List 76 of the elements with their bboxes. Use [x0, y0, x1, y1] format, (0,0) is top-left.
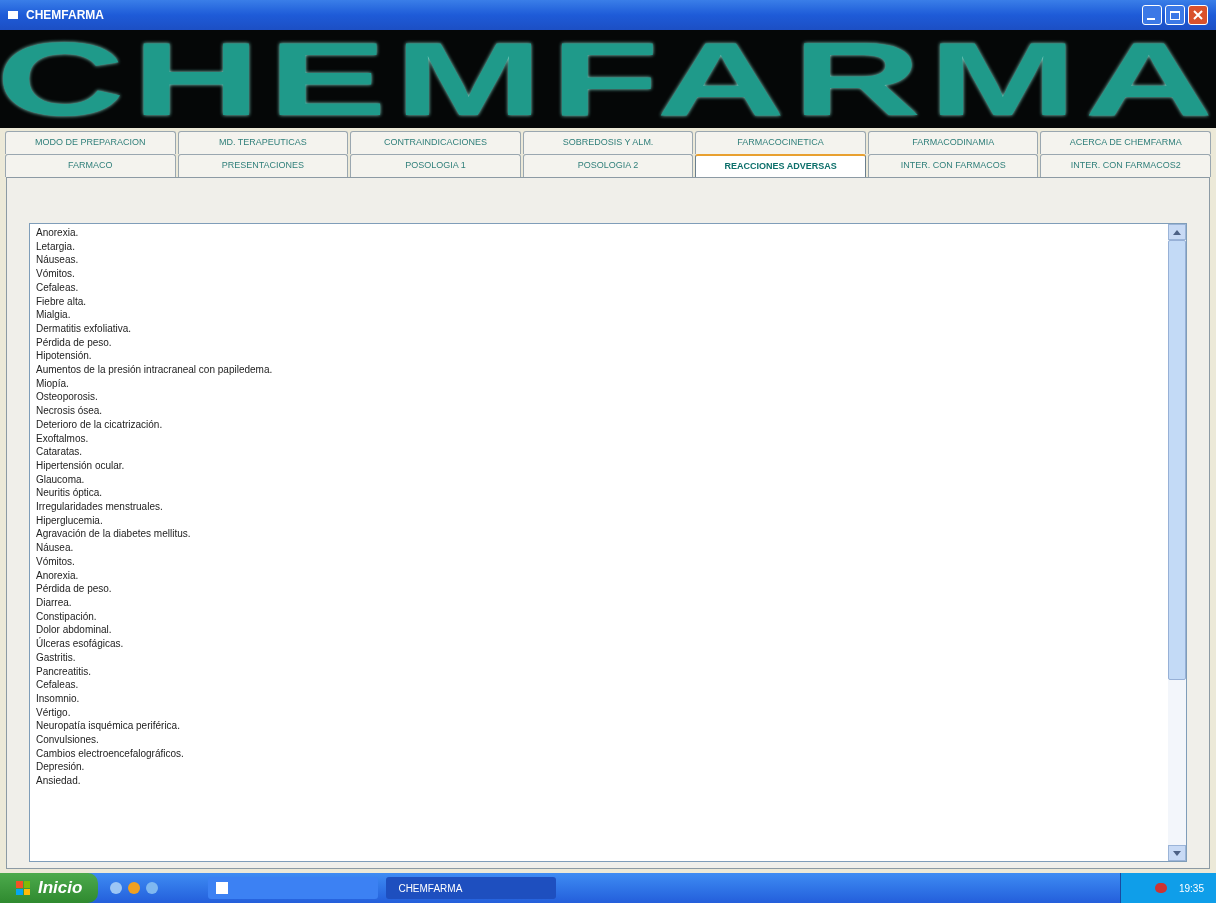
text-line: Mialgia. [36, 308, 71, 322]
text-line: Agravación de la diabetes mellitus. [36, 527, 191, 542]
text-line: Diarrea. [36, 596, 72, 610]
close-icon [1193, 10, 1203, 20]
app-icon [8, 11, 18, 19]
network-icon [1154, 883, 1167, 893]
text-line: Hipotensión. [36, 349, 92, 364]
tab[interactable]: FARMACOCINETICA [695, 131, 866, 154]
quick-launch-icon[interactable] [128, 882, 141, 894]
text-line: Convulsiones. [36, 733, 99, 747]
text-line: Úlceras esofágicas. [36, 637, 124, 651]
text-line: Anorexia. [36, 568, 79, 583]
taskbar-task[interactable]: CHEMFARMA [386, 877, 557, 899]
tab[interactable]: CONTRAINDICACIONES [350, 131, 521, 154]
start-button[interactable]: Inicio [0, 873, 99, 903]
clock: 19:35 [1178, 881, 1204, 896]
document-icon [216, 882, 229, 894]
window-title: CHEMFARMA [26, 7, 104, 24]
text-line: Exoftalmos. [36, 431, 89, 446]
text-line: Constipación. [36, 609, 97, 624]
tab[interactable]: PRESENTACIONES [177, 154, 349, 177]
text-line: Aumentos de la presión intracraneal con papiledema. [36, 363, 273, 377]
text-line: Necrosis ósea. [36, 404, 103, 418]
text-line: Depresión. [36, 760, 85, 775]
text-line: Anorexia. [36, 226, 79, 240]
text-line: Cataratas. [36, 445, 83, 459]
text-line: Cefaleas. [36, 678, 79, 692]
text-line: Gastritis. [36, 650, 76, 665]
logo-text: CHEMFARMA [0, 30, 1216, 128]
scroll-up-icon[interactable] [1168, 224, 1186, 240]
text-line: Cefaleas. [36, 280, 79, 295]
tab[interactable]: MODO DE PREPARACION [5, 131, 176, 154]
text-line: Glaucoma. [36, 472, 85, 487]
text-line: Cambios electroencefalográficos. [36, 746, 184, 761]
text-line: Miopía. [36, 376, 69, 391]
tab[interactable]: FARMACODINAMIA [867, 131, 1039, 154]
text-line: Dermatitis exfoliativa. [36, 321, 132, 336]
tab[interactable]: FARMACO [5, 154, 176, 177]
text-line: Dolor abdominal. [36, 623, 112, 637]
minimize-button[interactable] [1142, 5, 1162, 25]
tab[interactable]: ACERCA DE CHEMFARMA [1040, 131, 1212, 154]
text-line: Náusea. [36, 541, 74, 555]
text-line: Neuropatía isquémica periférica. [36, 719, 180, 733]
tab[interactable]: INTER. CON FARMACOS2 [1040, 154, 1212, 177]
tab[interactable]: SOBREDOSIS Y ALM. [522, 131, 694, 154]
quick-launch-icon[interactable] [146, 882, 159, 894]
text-line: Vértigo. [36, 705, 71, 720]
tab[interactable]: INTER. CON FARMACOS [867, 154, 1039, 177]
text-line: Insomnio. [36, 691, 80, 706]
tab[interactable]: POSOLOGIA 2 [522, 154, 694, 177]
tab[interactable]: REACCIONES ADVERSAS [695, 154, 866, 177]
tab[interactable]: POSOLOGIA 1 [350, 154, 521, 177]
text-line: Fiebre alta. [36, 294, 87, 309]
text-line: Letargia. [36, 239, 75, 254]
close-button[interactable] [1188, 5, 1208, 25]
text-line: Ansiedad. [36, 774, 81, 788]
scroll-thumb[interactable] [1168, 240, 1186, 680]
tab[interactable]: MD. TERAPEUTICAS [177, 131, 349, 154]
text-line: Pérdida de peso. [36, 582, 112, 596]
taskbar-task[interactable] [208, 877, 379, 899]
text-line: Vómitos. [36, 267, 75, 281]
maximize-button[interactable] [1165, 5, 1185, 25]
text-line: Irregularidades menstruales. [36, 500, 163, 514]
text-line: Pérdida de peso. [36, 335, 112, 350]
text-line: Hiperglucemia. [36, 513, 103, 528]
text-line: Vómitos. [36, 554, 75, 569]
text-line: Neuritis óptica. [36, 486, 103, 501]
text-line: Hipertensión ocular. [36, 458, 125, 473]
text-line: Pancreatitis. [36, 664, 92, 679]
scroll-down-icon[interactable] [1168, 845, 1186, 861]
windows-logo-icon [16, 881, 30, 895]
quick-launch-icon[interactable] [110, 882, 123, 894]
scrollbar[interactable] [1168, 224, 1186, 861]
text-line: Osteoporosis. [36, 390, 98, 405]
text-line: Deterioro de la cicatrización. [36, 417, 163, 432]
text-line: Náuseas. [36, 253, 79, 268]
